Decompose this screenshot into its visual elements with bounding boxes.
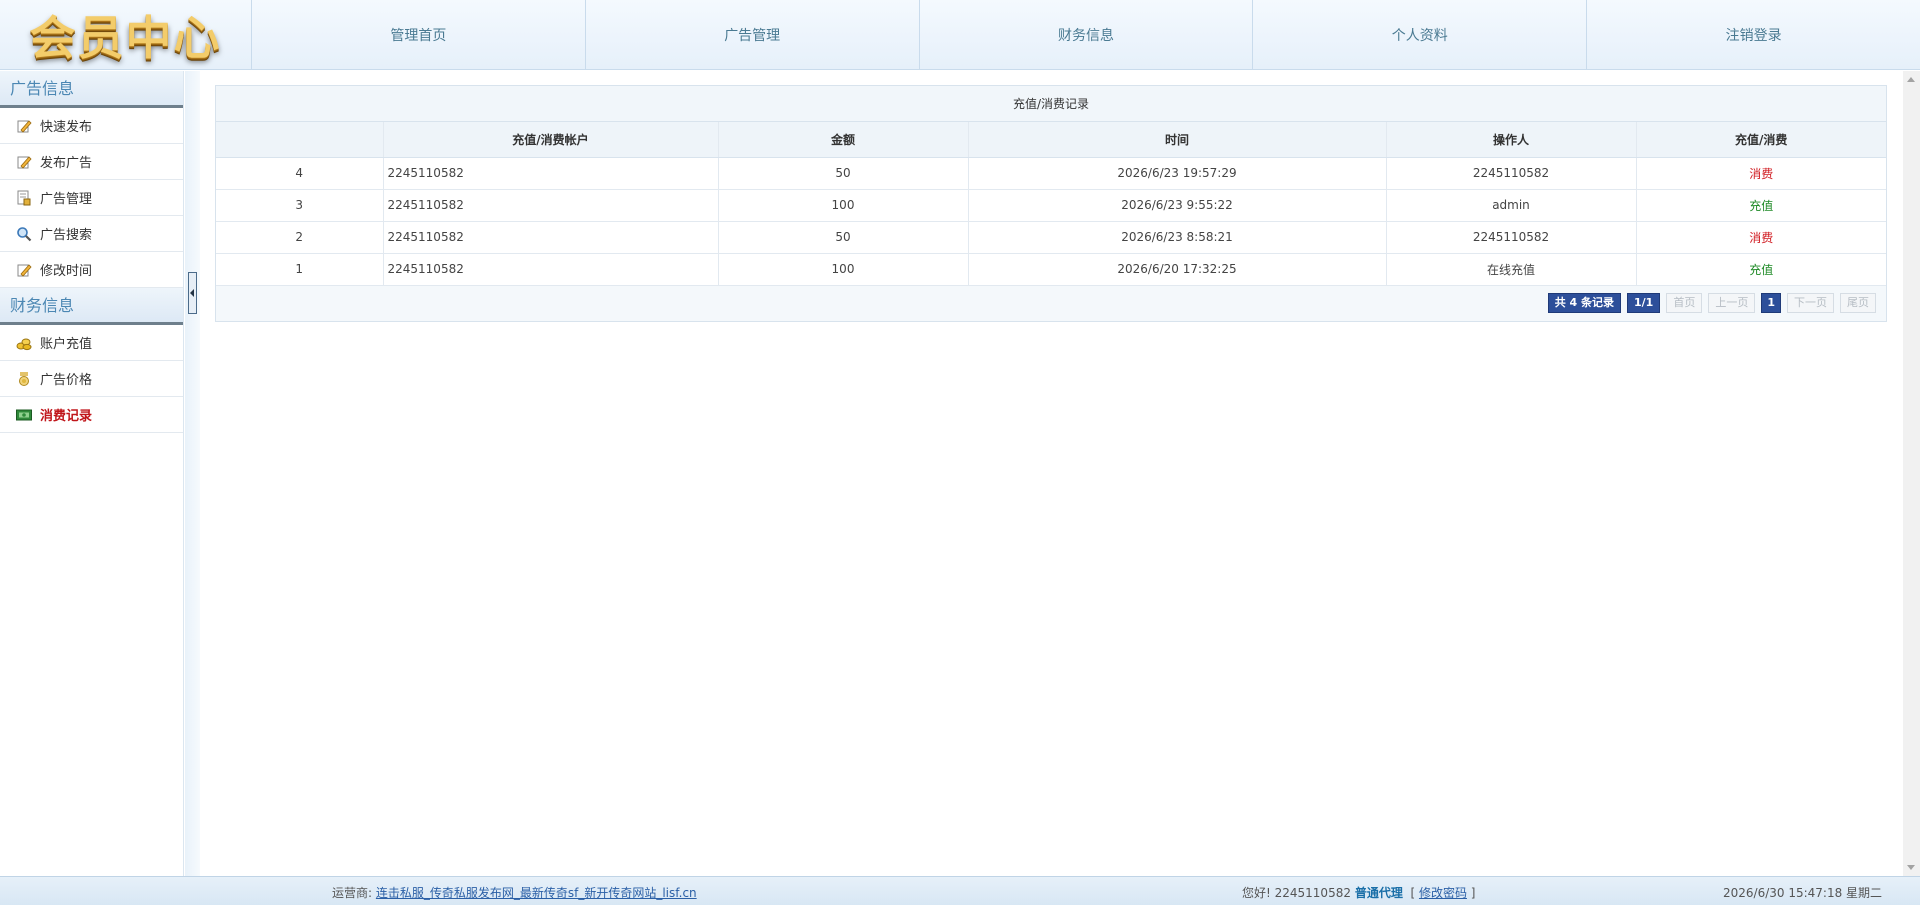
sidebar-item-label: 修改时间 xyxy=(40,264,93,279)
sidebar-item-label: 快速发布 xyxy=(40,120,93,135)
cell-time: 2026/6/23 19:57:29 xyxy=(968,157,1387,190)
records-table: 充值/消费帐户 金额 时间 操作人 充值/消费 4 2245110582 50 … xyxy=(216,122,1886,286)
sidebar-gutter xyxy=(185,71,200,876)
pager-last-button[interactable]: 尾页 xyxy=(1840,293,1876,313)
sidebar-item-label: 消费记录 xyxy=(40,409,93,424)
vertical-scrollbar[interactable] xyxy=(1903,71,1920,876)
edit-icon xyxy=(16,262,32,278)
cell-type: 充值 xyxy=(1636,253,1886,286)
nav-home[interactable]: 管理首页 xyxy=(252,0,586,69)
sidebar-item-ad-search[interactable]: 广告搜索 xyxy=(0,216,183,252)
medal-icon xyxy=(16,371,32,387)
cell-account: 2245110582 xyxy=(383,221,719,254)
banknote-icon xyxy=(16,407,32,423)
table-header-row: 充值/消费帐户 金额 时间 操作人 充值/消费 xyxy=(216,122,1886,158)
table-row: 3 2245110582 100 2026/6/23 9:55:22 admin… xyxy=(216,189,1886,222)
footer: 运营商: 连击私服_传奇私服发布网_最新传奇sf_新开传奇网站_lisf.cn … xyxy=(0,876,1920,905)
records-panel: 充值/消费记录 充值/消费帐户 金额 时间 操作人 充值/消费 4 224511… xyxy=(215,85,1887,322)
column-header-id xyxy=(216,122,384,158)
sidebar-item-publish-ad[interactable]: 发布广告 xyxy=(0,144,183,180)
scroll-up-arrow-icon[interactable] xyxy=(1907,77,1915,82)
scroll-down-arrow-icon[interactable] xyxy=(1907,865,1915,870)
footer-operator-link[interactable]: 连击私服_传奇私服发布网_最新传奇sf_新开传奇网站_lisf.cn xyxy=(376,886,697,900)
logo: 会员中心 xyxy=(0,0,252,70)
cell-account: 2245110582 xyxy=(383,189,719,222)
cell-operator: 在线充值 xyxy=(1386,253,1637,286)
column-header-amount: 金额 xyxy=(718,122,969,158)
cell-amount: 100 xyxy=(718,189,969,222)
cell-operator: 2245110582 xyxy=(1386,157,1637,190)
pager-total: 共 4 条记录 xyxy=(1547,293,1622,313)
cell-account: 2245110582 xyxy=(383,157,719,190)
pager-first-button[interactable]: 首页 xyxy=(1666,293,1703,313)
cell-time: 2026/6/20 17:32:25 xyxy=(968,253,1387,286)
sidebar-item-consumption-records[interactable]: 消费记录 xyxy=(0,397,183,433)
cell-account: 2245110582 xyxy=(383,253,719,286)
nav-logout[interactable]: 注销登录 xyxy=(1587,0,1920,69)
cell-id: 2 xyxy=(216,221,384,254)
column-header-account: 充值/消费帐户 xyxy=(383,122,719,158)
change-password-link[interactable]: 修改密码 xyxy=(1419,886,1467,900)
pager-pages: 1/1 xyxy=(1627,293,1661,313)
pager-next-button[interactable]: 下一页 xyxy=(1787,293,1834,313)
sidebar-item-label: 广告价格 xyxy=(40,373,93,388)
sidebar-item-ad-price[interactable]: 广告价格 xyxy=(0,361,183,397)
sidebar-section-finance: 财务信息 xyxy=(0,288,183,325)
document-lock-icon xyxy=(16,190,32,206)
logo-text: 会员中心 xyxy=(29,11,222,65)
cell-time: 2026/6/23 8:58:21 xyxy=(968,221,1387,254)
sidebar: 广告信息 快速发布 发布广告 广告管理 广告搜索 修改时间 财务信息 账户充值 … xyxy=(0,71,184,876)
cell-type: 充值 xyxy=(1636,189,1886,222)
footer-operator-label: 运营商: xyxy=(332,886,373,900)
column-header-time: 时间 xyxy=(968,122,1387,158)
cell-type: 消费 xyxy=(1636,157,1886,190)
sidebar-item-label: 发布广告 xyxy=(40,156,93,171)
top-nav: 管理首页 广告管理 财务信息 个人资料 注销登录 xyxy=(252,0,1920,69)
table-row: 4 2245110582 50 2026/6/23 19:57:29 22451… xyxy=(216,157,1886,190)
sidebar-item-quick-publish[interactable]: 快速发布 xyxy=(0,108,183,144)
cell-operator: 2245110582 xyxy=(1386,221,1637,254)
table-row: 1 2245110582 100 2026/6/20 17:32:25 在线充值… xyxy=(216,253,1886,286)
edit-icon xyxy=(16,118,32,134)
nav-ad-management[interactable]: 广告管理 xyxy=(586,0,920,69)
pager-current-page[interactable]: 1 xyxy=(1761,293,1781,313)
footer-role: 普通代理 xyxy=(1354,886,1403,900)
sidebar-item-label: 广告管理 xyxy=(40,192,93,207)
chevron-left-icon xyxy=(190,289,194,297)
sidebar-item-label: 账户充值 xyxy=(40,337,93,352)
cell-id: 4 xyxy=(216,157,384,190)
sidebar-item-ad-management[interactable]: 广告管理 xyxy=(0,180,183,216)
cell-time: 2026/6/23 9:55:22 xyxy=(968,189,1387,222)
nav-profile[interactable]: 个人资料 xyxy=(1253,0,1588,69)
footer-user-info: 您好! 2245110582 普通代理 [ 修改密码 ] xyxy=(1242,886,1476,900)
sidebar-item-modify-time[interactable]: 修改时间 xyxy=(0,252,183,288)
sidebar-item-recharge[interactable]: 账户充值 xyxy=(0,325,183,361)
coins-icon xyxy=(16,335,32,351)
cell-amount: 50 xyxy=(718,157,969,190)
pager-prev-button[interactable]: 上一页 xyxy=(1708,293,1756,313)
edit-icon xyxy=(16,154,32,170)
cell-amount: 50 xyxy=(718,221,969,254)
footer-datetime: 2026/6/30 15:47:18 星期二 xyxy=(1723,886,1883,900)
cell-type: 消费 xyxy=(1636,221,1886,254)
header: 会员中心 管理首页 广告管理 财务信息 个人资料 注销登录 xyxy=(0,0,1920,70)
sidebar-collapse-toggle[interactable] xyxy=(188,272,197,314)
cell-amount: 100 xyxy=(718,253,969,286)
cell-id: 1 xyxy=(216,253,384,286)
sidebar-section-ad-info: 广告信息 xyxy=(0,71,183,108)
cell-id: 3 xyxy=(216,189,384,222)
pagination: 共 4 条记录 1/1 首页 上一页 1 下一页 尾页 xyxy=(1547,293,1876,313)
table-row: 2 2245110582 50 2026/6/23 8:58:21 224511… xyxy=(216,221,1886,254)
panel-title: 充值/消费记录 xyxy=(216,86,1886,122)
nav-finance[interactable]: 财务信息 xyxy=(920,0,1254,69)
footer-greeting: 您好! 2245110582 xyxy=(1242,886,1351,900)
footer-operator: 运营商: 连击私服_传奇私服发布网_最新传奇sf_新开传奇网站_lisf.cn xyxy=(332,884,697,901)
search-icon xyxy=(16,226,32,242)
sidebar-item-label: 广告搜索 xyxy=(40,228,93,243)
column-header-type: 充值/消费 xyxy=(1636,122,1886,158)
cell-operator: admin xyxy=(1386,189,1637,222)
column-header-operator: 操作人 xyxy=(1386,122,1637,158)
